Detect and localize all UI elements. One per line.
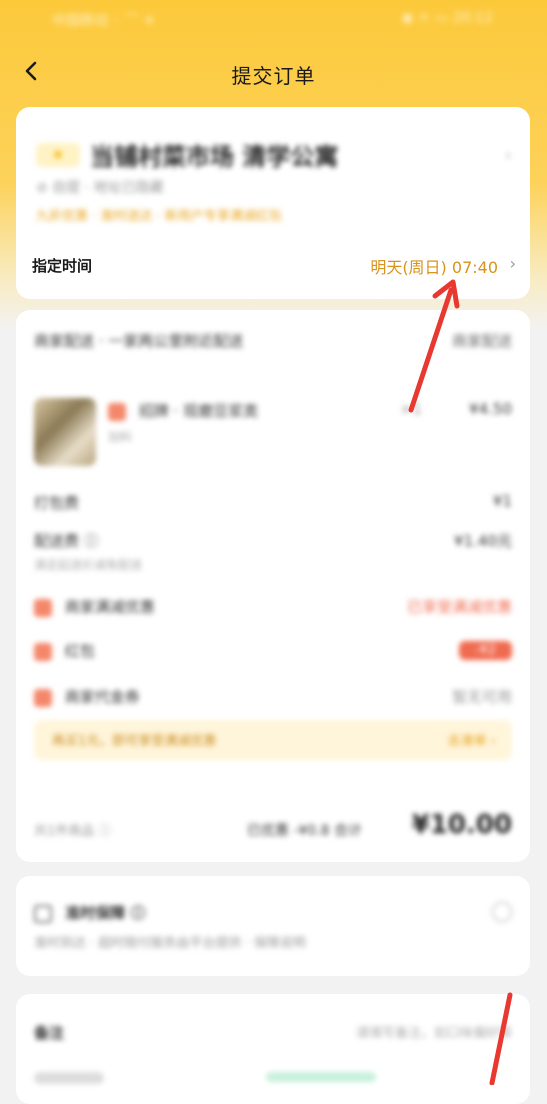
promo-row-voucher[interactable]: 商家代金券 暂无可用 [34,686,512,707]
remark-card[interactable]: 备注 请填写备注，如口味偏好等 [16,994,530,1104]
scheduled-time-label: 指定时间 [32,257,93,275]
total-price: ¥10.00 [411,810,512,840]
packing-fee-row: 打包费 ¥1 [34,492,512,513]
delivery-mode[interactable]: 商家配送 [452,330,512,351]
product-name: 招牌 · 现磨豆浆类 [138,402,259,420]
status-bar: 中国移动 ◦ ⌒ ✈ ◉ ⚛ ▭ 20:12 [0,0,547,40]
next-row-value [266,1072,376,1082]
promo-row-redpacket[interactable]: 红包 -¥2 [34,640,512,661]
delivery-header: 商家配送 · 一家两公里附近配送 商家配送 [34,330,512,351]
store-name: 当铺村菜市场 清学公寓 [90,143,339,171]
add-on-action[interactable]: 去凑单 › [448,730,496,749]
delivery-fee-note: 满足起送价减免配送 [34,558,143,572]
product-price: ¥4.50 [469,400,512,418]
scheduled-time-value[interactable]: 明天(周日) 07:40 [370,254,498,278]
carrier-text: 中国移动 ◦ ⌒ ✈ [52,13,156,29]
remark-row: 备注 请填写备注，如口味偏好等 [34,1022,512,1043]
product-row: 招牌 · 现磨豆浆类 ¥4.50 ×1 [108,400,512,421]
guarantee-desc: 准时到达 · 超时赔付服务由平台提供 · 保障说明 [34,936,306,951]
remark-placeholder[interactable]: 请填写备注，如口味偏好等 [356,1022,512,1041]
promo-redpacket-label: 红包 [64,642,95,660]
store-subtitle: ⊘ 自提 · 地址已隐藏 [36,180,164,196]
remark-label: 备注 [34,1024,65,1042]
add-on-notice-text: 再买1元，即可享受满减优惠 [52,734,217,749]
chevron-right-icon: › [504,145,512,166]
order-details-card: 商家配送 · 一家两公里附近配送 商家配送 招牌 · 现磨豆浆类 ¥4.50 ×… [16,310,530,862]
promo-merchant-label: 商家满减优惠 [64,598,155,616]
store-logo: ★ [36,142,80,167]
voucher-icon [34,688,52,707]
system-status-text: ◉ ⚛ ▭ 20:12 [401,10,493,26]
toggle-circle-icon[interactable] [492,902,512,922]
discount-summary: 已优惠 -¥0.8 合计 [246,823,362,839]
store-card: ★ 当铺村菜市场 清学公寓 › ⊘ 自提 · 地址已隐藏 九折优惠 · 准时送达… [16,107,530,299]
product-badge-icon [108,402,126,421]
store-tags: 九折优惠 · 准时送达 · 新用户专享满减红包 [36,209,282,224]
packing-fee-value: ¥1 [492,492,512,510]
delivery-fee-row: 配送费 ⓘ ¥1.40元 [34,530,512,551]
shield-icon [34,904,52,923]
promo-voucher-label: 商家代金券 [64,688,140,706]
guarantee-title-row: 准时保障 ⓘ [34,902,512,923]
scheduled-time-row[interactable]: 指定时间 明天(周日) 07:40 › [16,247,530,287]
navigation-bar: 提交订单 [0,48,547,96]
delivery-header-text: 商家配送 · 一家两公里附近配送 [34,332,244,350]
add-on-notice[interactable]: 再买1元，即可享受满减优惠 去凑单 › [34,720,512,760]
promo-redpacket-value: -¥2 [458,641,512,660]
packing-fee-label: 打包费 [34,494,80,512]
next-row-label [34,1072,104,1084]
promo-row-merchant[interactable]: 商家满减优惠 已享受满减优惠 [34,596,512,617]
page-title: 提交订单 [231,64,316,88]
chevron-right-icon: › [509,254,516,273]
product-quantity: ×1 [399,400,422,418]
promo-voucher-value: 暂无可用 [451,688,512,706]
discount-icon [34,598,52,617]
delivery-fee-label: 配送费 ⓘ [34,532,99,550]
product-thumbnail [34,398,96,466]
delivery-fee-value: ¥1.40元 [454,532,512,550]
store-header[interactable]: ★ 当铺村菜市场 清学公寓 [36,137,338,172]
on-time-guarantee-card[interactable]: 准时保障 ⓘ 准时到达 · 超时赔付服务由平台提供 · 保障说明 [16,876,530,976]
item-count: 共1件商品 ⓘ [34,824,112,839]
guarantee-title: 准时保障 ⓘ [65,904,146,922]
product-spec: 加料 [108,430,133,444]
red-packet-icon [34,642,52,661]
promo-merchant-value: 已享受满减优惠 [406,598,512,616]
